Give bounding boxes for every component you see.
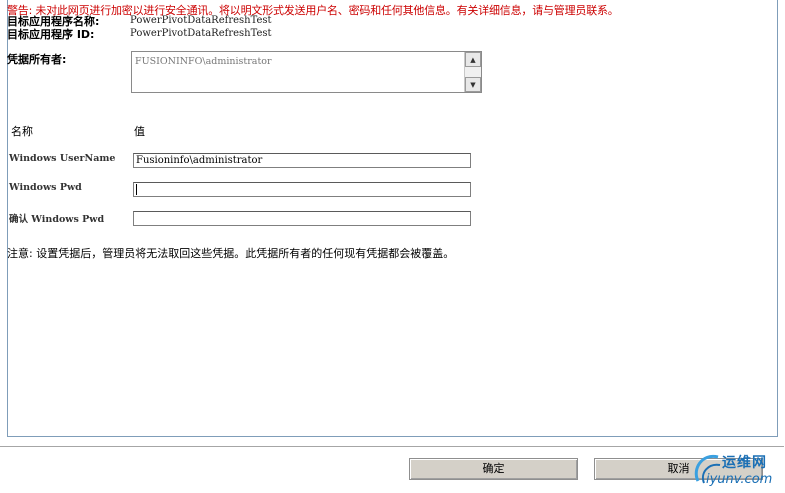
owners-label: 凭据所有者: [7, 53, 67, 66]
app-name-value: PowerPivotDataRefreshTest [130, 15, 272, 26]
username-input[interactable]: Fusioninfo\administrator [133, 153, 471, 168]
ok-button[interactable]: 确定 [409, 458, 578, 480]
site-watermark: 运维网 iyunv.com [690, 447, 785, 493]
column-header-value: 值 [134, 125, 145, 138]
column-header-name: 名称 [11, 125, 33, 138]
username-value: Fusioninfo\administrator [136, 155, 263, 166]
confirm-password-input[interactable] [133, 211, 471, 226]
confirm-password-label: 确认 Windows Pwd [9, 214, 105, 225]
scroll-up-icon[interactable]: ▲ [465, 52, 481, 67]
watermark-domain: iyunv.com [706, 472, 773, 487]
owners-value: FUSIONINFO\administrator [135, 56, 272, 67]
password-label: Windows Pwd [9, 182, 82, 193]
overwrite-note: 注意: 设置凭据后，管理员将无法取回这些凭据。此凭据所有者的任何现有凭据都会被覆… [7, 247, 455, 260]
username-label: Windows UserName [9, 153, 116, 164]
scroll-down-icon[interactable]: ▼ [465, 77, 481, 92]
app-id-label: 目标应用程序 ID: [7, 28, 95, 41]
owners-scrollbar[interactable]: ▲ ▼ [464, 52, 481, 92]
text-caret [136, 184, 137, 195]
watermark-title: 运维网 [722, 455, 767, 471]
owners-textarea[interactable]: FUSIONINFO\administrator ▲ ▼ [131, 51, 482, 93]
app-id-value: PowerPivotDataRefreshTest [130, 28, 272, 39]
password-input[interactable] [133, 182, 471, 197]
